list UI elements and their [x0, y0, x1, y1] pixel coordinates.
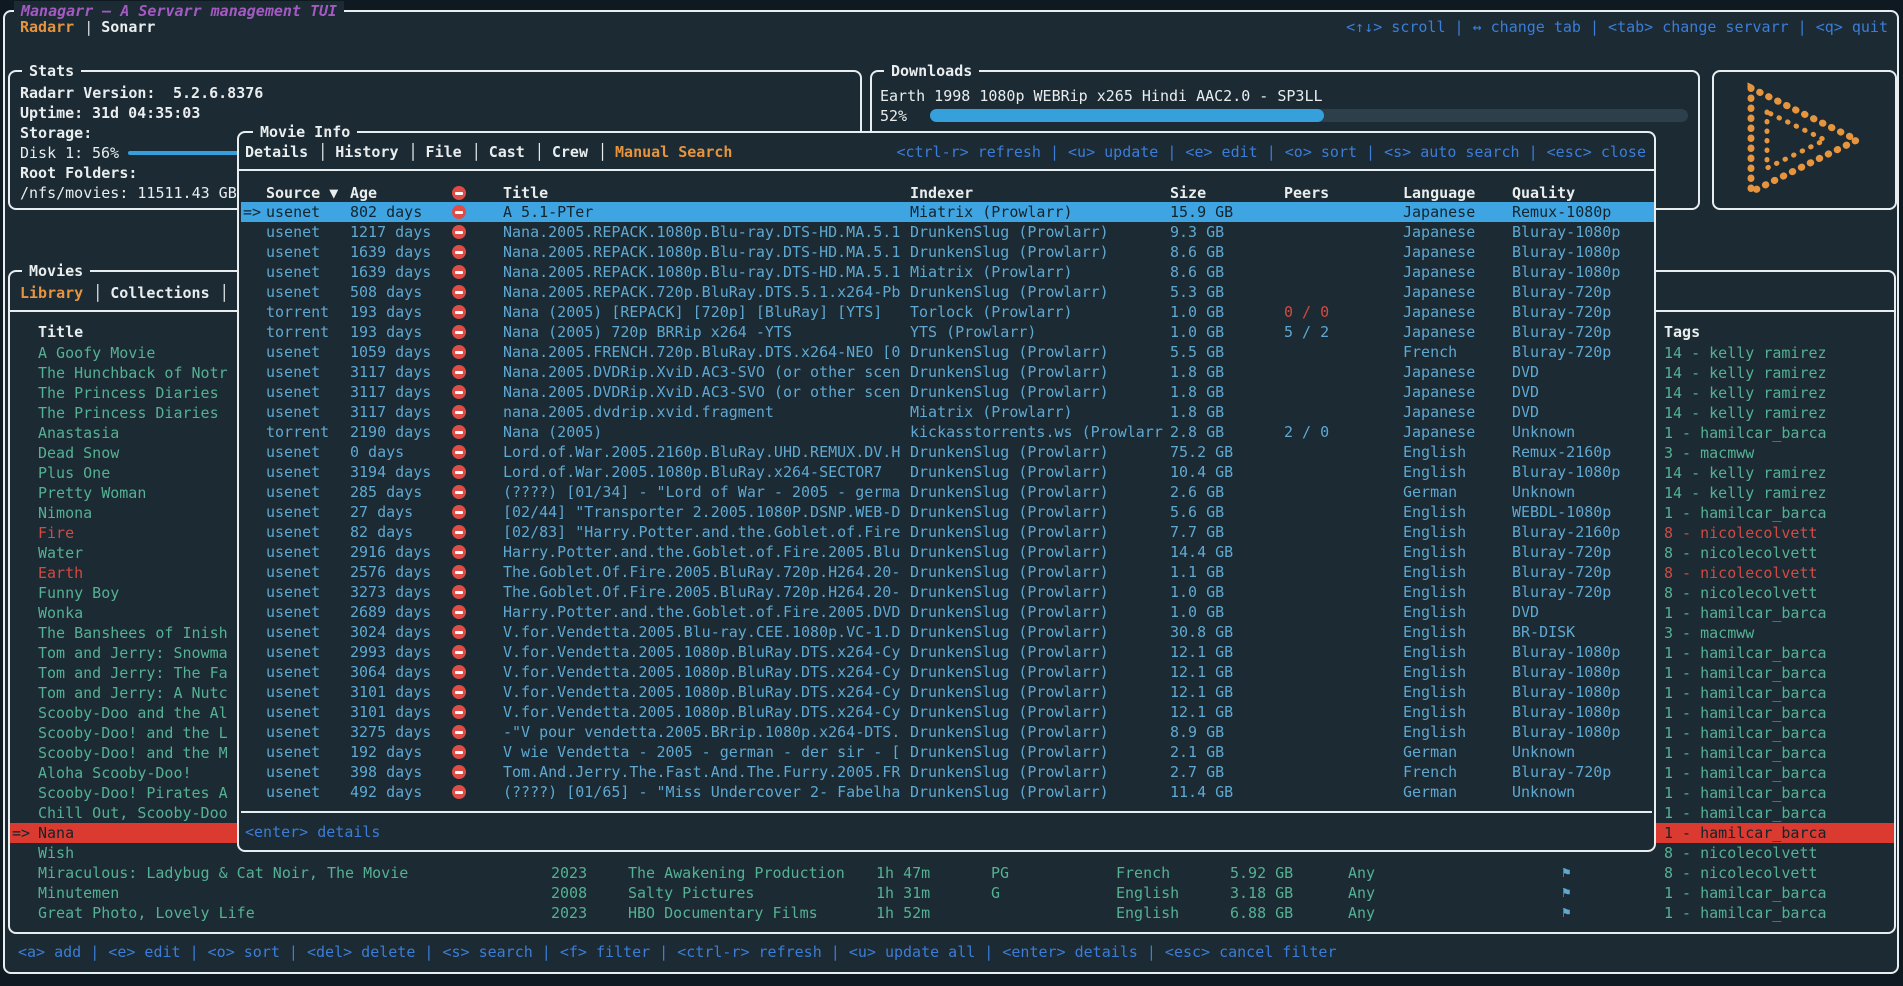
stats-panel-title: Stats: [22, 61, 81, 81]
storage-label: Storage:: [20, 123, 92, 143]
movies-keybind-hints: <a> add | <e> edit | <o> sort | <del> de…: [18, 942, 1337, 962]
movies-panel-title: Movies: [22, 261, 90, 281]
uptime-value: 31d 04:35:03: [92, 103, 200, 123]
tab-separator: │: [93, 283, 102, 303]
movies-tabs-divider: [10, 310, 1894, 312]
managarr-screen: Managarr – A Servarr management TUI Rada…: [0, 0, 1903, 986]
download-item-title: Earth 1998 1080p WEBRip x265 Hindi AAC2.…: [880, 86, 1323, 106]
tab-collections[interactable]: Collections: [110, 283, 209, 303]
uptime-label: Uptime:: [20, 103, 83, 123]
disk-label: Disk 1:: [20, 143, 83, 163]
tab-library[interactable]: Library: [20, 283, 83, 303]
download-percent-label: 52%: [880, 106, 907, 126]
downloads-panel-title: Downloads: [884, 61, 979, 81]
movies-column-title: Title: [38, 322, 83, 342]
disk-usage-gauge: [128, 151, 530, 155]
radarr-version-label: Radarr Version:: [20, 83, 155, 103]
app-title: Managarr – A Servarr management TUI: [14, 1, 344, 21]
download-progress-bar: [930, 109, 1688, 122]
tab-separator: │: [220, 283, 229, 303]
logo-panel: [1712, 70, 1897, 210]
disk-percent-value: 56%: [92, 143, 119, 163]
managarr-play-triangle-logo: [1737, 80, 1872, 200]
movies-column-tags: Tags: [1664, 322, 1700, 342]
radarr-version-value: 5.2.6.8376: [173, 83, 263, 103]
movies-panel: [8, 270, 1896, 934]
global-keybind-hints: <↑↓> scroll | ↔ change tab | <tab> chang…: [1346, 17, 1888, 37]
root-folders-label: Root Folders:: [20, 163, 137, 183]
root-folder-value: /nfs/movies: 11511.43 GB: [20, 183, 237, 203]
